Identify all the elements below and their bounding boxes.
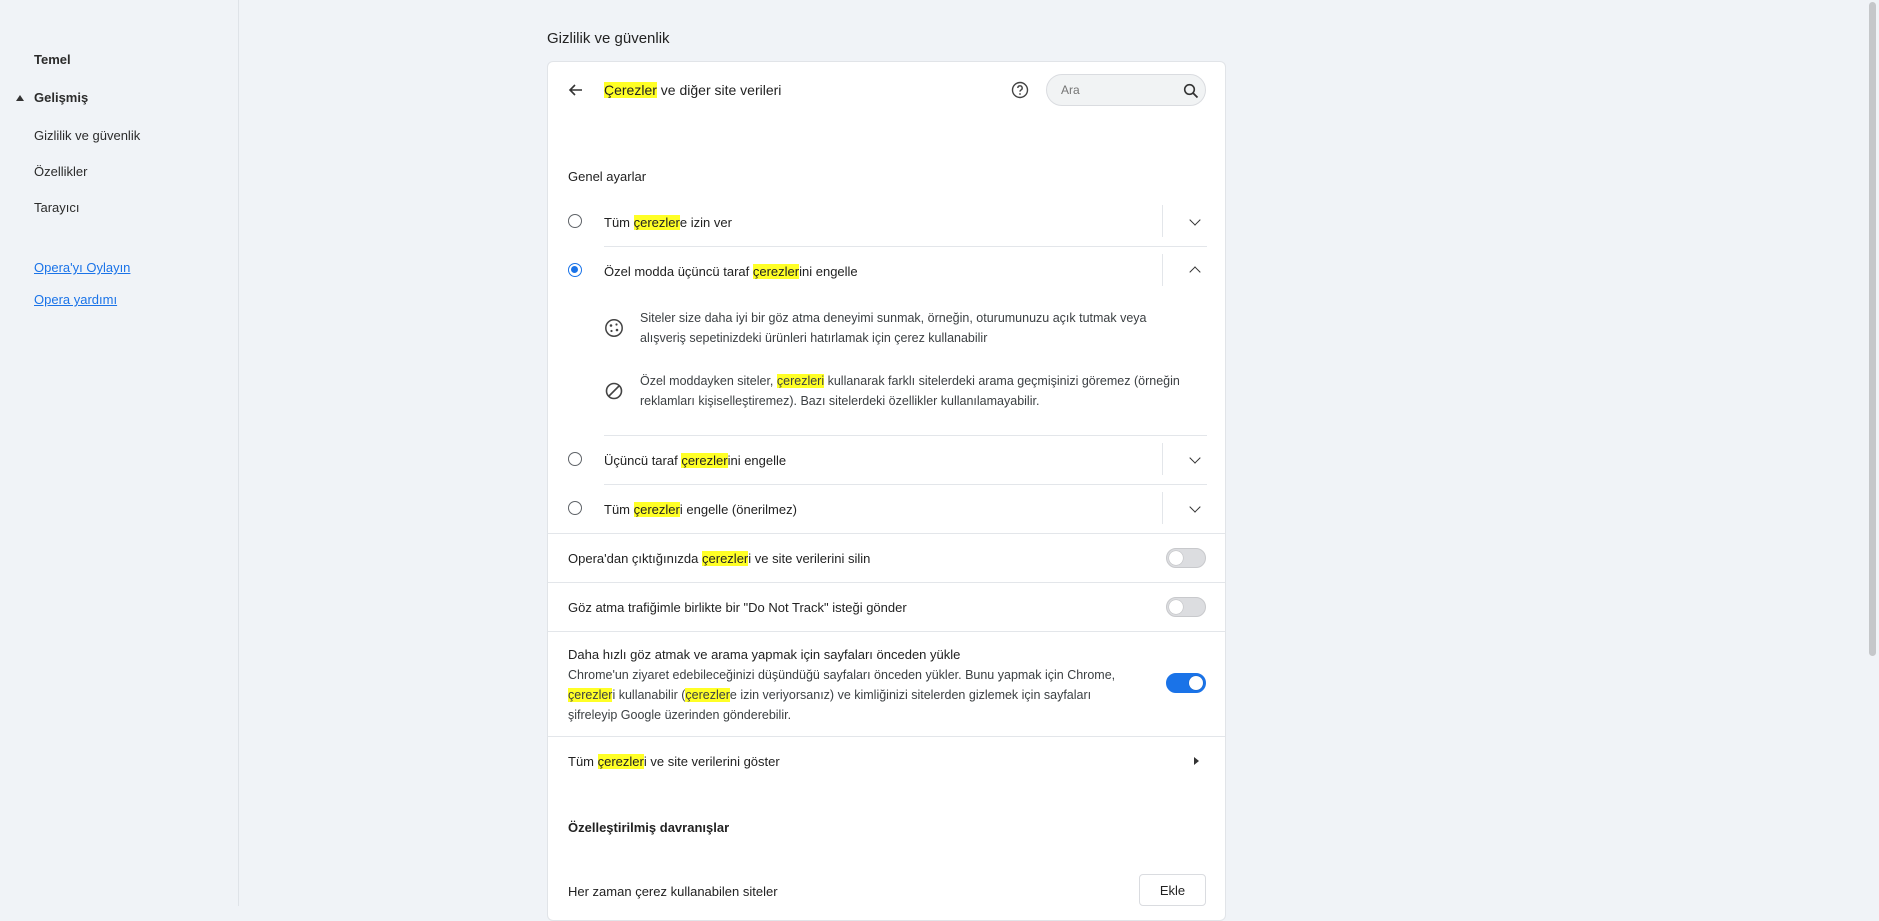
divider [1162,492,1163,524]
row-text: Tüm [568,754,598,769]
search-input[interactable] [1059,82,1173,98]
preload-line: Chrome'un ziyaret edebileceğinizi düşünd… [568,668,1116,682]
sidebar-item-browser[interactable]: Tarayıcı [34,200,80,215]
preload-highlight: çerezler [685,688,730,702]
do-not-track-label: Göz atma trafiğimle birlikte bir "Do Not… [568,600,907,615]
sidebar-item-temel[interactable]: Temel [34,52,71,67]
desc-cookies-usage: Siteler size daha iyi bir göz atma deney… [640,308,1147,348]
sidebar-item-privacy[interactable]: Gizlilik ve güvenlik [34,128,140,143]
sidebar-item-label: Özellikler [34,164,88,179]
all-cookies-link[interactable]: Tüm çerezleri ve site verilerini göster [568,754,780,769]
arrow-right-icon[interactable] [1194,757,1199,765]
option-text: ini engelle [799,264,858,279]
preload-text: i kullanabilir ( [612,688,686,702]
divider [604,435,1207,436]
option-highlight: çerezler [633,502,680,517]
option-text: i engelle (önerilmez) [679,502,797,517]
help-icon[interactable] [1010,80,1030,100]
preload-line: çerezleri kullanabilir (çerezlere izin v… [568,685,1115,705]
divider [548,736,1225,737]
divider [548,533,1225,534]
custom-behaviors-heading: Özelleştirilmiş davranışlar [568,820,730,835]
option-highlight: çerezler [633,215,680,230]
desc-line: Siteler size daha iyi bir göz atma deney… [640,311,1147,325]
do-not-track-toggle[interactable] [1166,597,1206,617]
preload-line: şifreleyip Google üzerinden gönderebilir… [568,708,792,722]
sidebar-item-label: Tarayıcı [34,200,80,215]
row-text: i ve site verilerini göster [643,754,780,769]
radio-block-all[interactable] [568,501,582,515]
option-text: Tüm [604,502,634,517]
divider [1162,254,1163,286]
option-block-third-party-label[interactable]: Üçüncü taraf çerezlerini engelle [604,453,786,468]
desc-private-mode: Özel moddayken siteler, çerezleri kullan… [640,371,1180,411]
desc-line: alışveriş sepetinizdeki ürünleri hatırla… [640,331,988,345]
toggle-text: Opera'dan çıktığınızda [568,551,703,566]
sidebar-item-label: Gizlilik ve güvenlik [34,128,141,143]
option-highlight: çerezler [752,264,800,279]
opera-help-link[interactable]: Opera yardımı [34,292,117,307]
sidebar: Temel Gelişmiş Gizlilik ve güvenlik Özel… [0,0,239,906]
option-highlight: çerezler [681,453,728,468]
sidebar-item-label: Temel [34,52,71,67]
preload-text: e izin veriyorsanız) ve kimliğinizi site… [729,688,1092,702]
search-box[interactable] [1046,74,1206,106]
radio-allow-all[interactable] [568,214,582,228]
option-text: ini engelle [727,453,787,468]
toggle-knob [1169,551,1183,565]
row-highlight: çerezler [597,754,644,769]
option-block-all-label[interactable]: Tüm çerezleri engelle (önerilmez) [604,502,797,517]
desc-text: kullanarak farklı sitelerdeki arama geçm… [824,374,1180,388]
title-highlight: Çerezler [604,82,657,98]
clear-on-exit-toggle[interactable] [1166,548,1206,568]
back-arrow-icon[interactable] [567,81,585,99]
always-allowed-label: Her zaman çerez kullanabilen siteler [568,884,778,899]
page-title: Çerezler ve diğer site verileri [604,82,781,98]
desc-highlight: çerezleri [776,374,825,388]
toggle-knob [1189,676,1203,690]
option-text: Özel modda üçüncü taraf [604,264,753,279]
toggle-highlight: çerezler [702,551,749,566]
sidebar-item-gelismis[interactable]: Gelişmiş [34,90,88,105]
cookie-icon [605,319,623,337]
sidebar-item-features[interactable]: Özellikler [34,164,87,179]
option-text: e izin ver [679,215,732,230]
rate-opera-link[interactable]: Opera'yı Oylayın [34,260,130,275]
search-icon[interactable] [1183,83,1199,99]
preload-highlight: çerezler [568,688,613,702]
divider [548,582,1225,583]
option-block-third-party-private-label[interactable]: Özel modda üçüncü taraf çerezlerini enge… [604,264,858,279]
divider [1162,205,1163,237]
preload-description: Daha hızlı göz atmak ve arama yapmak içi… [568,645,1115,725]
add-button[interactable]: Ekle [1139,874,1206,906]
settings-card [547,61,1226,921]
option-text: Üçüncü taraf [604,453,682,468]
radio-block-third-party[interactable] [568,452,582,466]
title-rest: ve diğer site verileri [656,82,782,98]
divider [1162,443,1163,475]
toggle-text: i ve site verilerini silin [748,551,871,566]
block-icon [605,382,623,400]
scrollbar-thumb[interactable] [1869,2,1876,656]
desc-line: reklamları kişiselleştiremez). Bazı site… [640,394,1040,408]
divider [604,484,1207,485]
option-allow-all-label[interactable]: Tüm çerezlere izin ver [604,215,732,230]
clear-on-exit-label: Opera'dan çıktığınızda çerezleri ve site… [568,551,870,566]
general-settings-heading: Genel ayarlar [568,169,647,184]
desc-line: Özel moddayken siteler, çerezleri kullan… [640,371,1180,391]
toggle-knob [1169,600,1183,614]
sidebar-item-label: Gelişmiş [34,90,89,105]
radio-block-third-party-private[interactable] [568,263,582,277]
preload-toggle[interactable] [1166,673,1206,693]
desc-text: Özel moddayken siteler, [640,374,777,388]
section-title: Gizlilik ve güvenlik [547,30,670,47]
caret-up-icon [16,95,24,101]
divider [548,631,1225,632]
divider [604,246,1207,247]
option-text: Tüm [604,215,634,230]
preload-title: Daha hızlı göz atmak ve arama yapmak içi… [568,647,961,662]
